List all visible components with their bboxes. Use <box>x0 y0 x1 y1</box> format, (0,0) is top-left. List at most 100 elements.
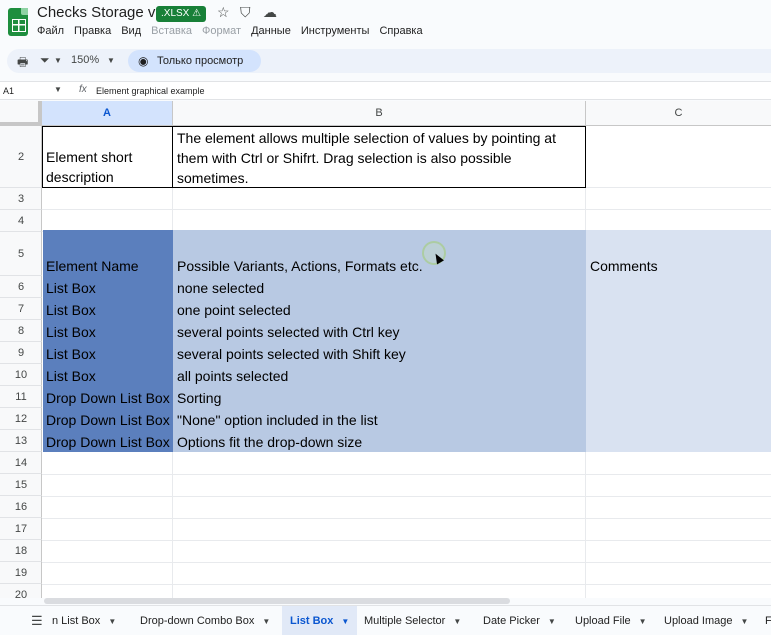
toolbar: 🖶 ⏷ ▼ 150% ▼ ◉ Только просмотр <box>7 49 771 73</box>
menu-view[interactable]: Вид <box>121 25 141 37</box>
cell-a2-line1[interactable]: Element short <box>46 147 132 167</box>
table-row-a[interactable]: List Box <box>46 322 96 342</box>
tab-list-box-prev[interactable]: n List Box ▼ <box>52 606 122 635</box>
column-header-a[interactable]: A <box>42 101 173 126</box>
gridline <box>42 496 771 497</box>
cell-b2-line3[interactable]: sometimes. <box>177 168 249 188</box>
menu-format[interactable]: Формат <box>202 25 241 37</box>
row-header-17[interactable]: 17 <box>0 518 42 540</box>
table-row-b[interactable]: "None" option included in the list <box>177 410 378 430</box>
table-row-b[interactable]: several points selected with Ctrl key <box>177 322 400 342</box>
table-row-a[interactable]: Drop Down List Box <box>46 388 170 408</box>
tab-upload-image[interactable]: Upload Image ▼ <box>657 606 755 635</box>
filter-icon[interactable]: ⏷ <box>40 53 50 68</box>
row-header-5[interactable]: 5 <box>0 232 42 276</box>
tab-dropdown-icon[interactable]: ▼ <box>108 617 116 626</box>
tab-multiple-selector[interactable]: Multiple Selector ▼ <box>357 606 468 635</box>
table-row-a[interactable]: List Box <box>46 278 96 298</box>
tab-upload-file[interactable]: Upload File ▼ <box>568 606 654 635</box>
name-box[interactable]: A1 <box>3 86 14 96</box>
row-header-11[interactable]: 11 <box>0 386 42 408</box>
row-header-19[interactable]: 19 <box>0 562 42 584</box>
row-header-4[interactable]: 4 <box>0 210 42 232</box>
row-header-15[interactable]: 15 <box>0 474 42 496</box>
row-header-8[interactable]: 8 <box>0 320 42 342</box>
tab-label: Upload Image <box>664 615 733 627</box>
table-row-b[interactable]: Options fit the drop-down size <box>177 432 362 452</box>
cell-b2-line1[interactable]: The element allows multiple selection of… <box>177 128 556 148</box>
table-row-b[interactable]: one point selected <box>177 300 291 320</box>
table-row-a[interactable]: List Box <box>46 300 96 320</box>
sheets-logo-icon[interactable] <box>8 8 28 36</box>
name-box-dropdown-icon[interactable]: ▼ <box>54 85 62 94</box>
tab-dropdown-icon[interactable]: ▼ <box>548 617 556 626</box>
move-to-drive-icon[interactable]: ⛉ <box>240 4 251 21</box>
menu-insert[interactable]: Вставка <box>151 25 192 37</box>
cloud-status-icon[interactable]: ☁ <box>263 4 277 21</box>
tab-list-box[interactable]: List Box ▼ <box>282 606 358 635</box>
menu-edit[interactable]: Правка <box>74 25 111 37</box>
tab-dropdown-icon[interactable]: ▼ <box>453 617 461 626</box>
row-header-6[interactable]: 6 <box>0 276 42 298</box>
zoom-select[interactable]: 150% <box>71 54 99 66</box>
row-header-3[interactable]: 3 <box>0 188 42 210</box>
row-header-9[interactable]: 9 <box>0 342 42 364</box>
spreadsheet-app: Checks Storage v9 .XLSX ⚠ ☆ ⛉ ☁ Файл Пра… <box>0 0 771 635</box>
gridline <box>42 474 771 475</box>
app-header: Checks Storage v9 .XLSX ⚠ ☆ ⛉ ☁ Файл Пра… <box>0 0 771 46</box>
table-row-a[interactable]: Drop Down List Box <box>46 410 170 430</box>
tab-dropdown-icon[interactable]: ▼ <box>741 617 749 626</box>
column-header-c[interactable]: C <box>586 101 771 126</box>
gridline <box>42 584 771 585</box>
table-row-b[interactable]: Sorting <box>177 388 221 408</box>
view-only-button[interactable]: ◉ Только просмотр <box>128 50 261 72</box>
filter-dropdown-icon[interactable]: ▼ <box>54 56 62 65</box>
tab-date-picker[interactable]: Date Picker ▼ <box>476 606 563 635</box>
cell-b5-variants[interactable]: Possible Variants, Actions, Formats etc. <box>177 256 423 276</box>
tab-label: n List Box <box>52 615 101 627</box>
cell-b2-line2[interactable]: them with Ctrl or Shifrt. Drag selection… <box>177 148 512 168</box>
file-format-badge[interactable]: .XLSX ⚠ <box>156 6 207 22</box>
cell-a5-element-name[interactable]: Element Name <box>46 256 139 276</box>
row-header-10[interactable]: 10 <box>0 364 42 386</box>
row-header-12[interactable]: 12 <box>0 408 42 430</box>
row-header-2[interactable]: 2 <box>0 126 42 188</box>
sheet-tabs-bar: ☰ n List Box ▼ Drop-down Combo Box ▼ List … <box>0 605 771 635</box>
horizontal-scrollbar[interactable] <box>44 598 510 604</box>
row-header-13[interactable]: 13 <box>0 430 42 452</box>
table-row-b[interactable]: several points selected with Shift key <box>177 344 406 364</box>
tab-dropdown-icon[interactable]: ▼ <box>639 617 647 626</box>
row-header-18[interactable]: 18 <box>0 540 42 562</box>
menu-file[interactable]: Файл <box>37 25 64 37</box>
table-row-b[interactable]: all points selected <box>177 366 288 386</box>
menu-help[interactable]: Справка <box>379 25 422 37</box>
row-number: 18 <box>14 544 28 557</box>
column-header-b[interactable]: B <box>173 101 586 126</box>
tab-drop-down-combo-box[interactable]: Drop-down Combo Box ▼ <box>134 606 276 635</box>
menu-data[interactable]: Данные <box>251 25 291 37</box>
row-header-20[interactable]: 20 <box>0 584 42 598</box>
table-row-a[interactable]: List Box <box>46 366 96 386</box>
tab-dropdown-icon[interactable]: ▼ <box>262 617 270 626</box>
star-icon[interactable]: ☆ <box>217 4 230 21</box>
document-title[interactable]: Checks Storage v9 <box>37 4 164 21</box>
tab-next-truncated[interactable]: F <box>762 606 771 635</box>
row-number: 9 <box>17 346 25 359</box>
row-header-14[interactable]: 14 <box>0 452 42 474</box>
select-all-corner[interactable] <box>0 101 42 126</box>
row-number: 19 <box>14 566 28 579</box>
row-number: 13 <box>14 434 28 447</box>
all-sheets-menu-icon[interactable]: ☰ <box>31 613 43 629</box>
formula-input[interactable]: Element graphical example <box>96 86 205 96</box>
cell-a2-line2[interactable]: description <box>46 167 114 187</box>
table-row-b[interactable]: none selected <box>177 278 264 298</box>
print-icon[interactable]: 🖶 <box>17 53 28 74</box>
cell-c5-comments[interactable]: Comments <box>590 256 658 276</box>
zoom-dropdown-icon[interactable]: ▼ <box>107 56 115 65</box>
row-header-7[interactable]: 7 <box>0 298 42 320</box>
table-row-a[interactable]: Drop Down List Box <box>46 432 170 452</box>
menu-tools[interactable]: Инструменты <box>301 25 370 37</box>
table-row-a[interactable]: List Box <box>46 344 96 364</box>
tab-dropdown-icon[interactable]: ▼ <box>341 617 349 626</box>
row-header-16[interactable]: 16 <box>0 496 42 518</box>
